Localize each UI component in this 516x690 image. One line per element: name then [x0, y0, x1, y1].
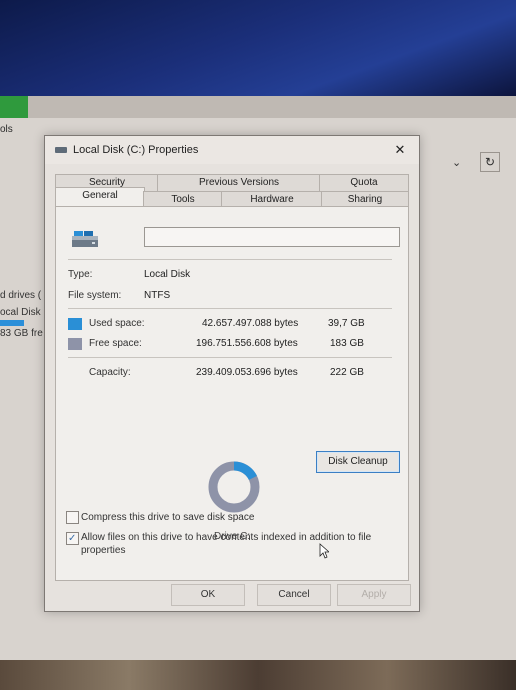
used-space-label: Used space: — [89, 318, 145, 329]
mouse-cursor-icon — [319, 543, 329, 559]
disk-usage-bar — [0, 320, 24, 326]
disk-usage-donut-chart — [208, 461, 260, 513]
type-value: Local Disk — [144, 269, 191, 280]
free-space-size: 183 GB — [330, 338, 364, 349]
ok-button[interactable]: OK — [171, 584, 245, 606]
close-icon[interactable]: ✕ — [391, 141, 409, 159]
used-space-size: 39,7 GB — [328, 318, 365, 329]
tab-quota[interactable]: Quota — [319, 174, 409, 191]
cancel-button[interactable]: Cancel — [257, 584, 331, 606]
index-checkbox[interactable]: ✓ — [66, 532, 79, 545]
desktop-wallpaper — [0, 0, 516, 100]
dialog-titlebar[interactable]: Local Disk (C:) Properties ✕ — [45, 136, 419, 164]
file-system-label: File system: — [68, 290, 122, 301]
drive-icon — [55, 147, 67, 153]
file-system-value: NTFS — [144, 290, 171, 301]
hard-drive-icon — [72, 231, 98, 247]
capacity-label: Capacity: — [89, 367, 131, 378]
dialog-title: Local Disk (C:) Properties — [73, 144, 199, 156]
disk-cleanup-button[interactable]: Disk Cleanup — [316, 451, 400, 473]
explorer-tools-tab[interactable]: ols — [0, 124, 13, 135]
general-tab-panel: Type: Local Disk File system: NTFS Used … — [55, 206, 409, 581]
free-space-text: 83 GB fre — [0, 328, 43, 339]
divider — [68, 308, 392, 309]
used-space-swatch — [68, 318, 82, 330]
local-disk-item[interactable]: ocal Disk — [0, 307, 50, 318]
checkmark-icon: ✓ — [68, 533, 77, 544]
drive-label-input[interactable] — [144, 227, 400, 247]
chevron-down-icon[interactable]: ⌄ — [452, 156, 461, 169]
devices-header: d drives ( — [0, 290, 42, 301]
apply-button[interactable]: Apply — [337, 584, 411, 606]
explorer-file-tab[interactable] — [0, 96, 28, 118]
desk-surface — [0, 660, 516, 690]
divider — [68, 357, 392, 358]
explorer-ribbon — [0, 96, 516, 118]
explorer-navigation-pane: d drives ( ocal Disk 83 GB fre — [0, 290, 50, 339]
used-space-bytes: 42.657.497.088 bytes — [202, 318, 299, 329]
refresh-icon[interactable]: ↻ — [480, 152, 500, 172]
free-space-label: Free space: — [89, 338, 142, 349]
divider — [68, 259, 392, 260]
type-label: Type: — [68, 269, 93, 280]
compress-checkbox[interactable] — [66, 511, 79, 524]
properties-dialog: Local Disk (C:) Properties ✕ Security Pr… — [44, 135, 420, 612]
tab-previous-versions[interactable]: Previous Versions — [157, 174, 321, 191]
capacity-bytes: 239.409.053.696 bytes — [196, 367, 298, 378]
free-space-bytes: 196.751.556.608 bytes — [196, 338, 298, 349]
index-option-label[interactable]: Allow files on this drive to have conten… — [81, 531, 391, 557]
free-space-swatch — [68, 338, 82, 350]
tab-general[interactable]: General — [55, 187, 145, 208]
compress-option-label[interactable]: Compress this drive to save disk space — [81, 511, 391, 524]
capacity-size: 222 GB — [330, 367, 364, 378]
